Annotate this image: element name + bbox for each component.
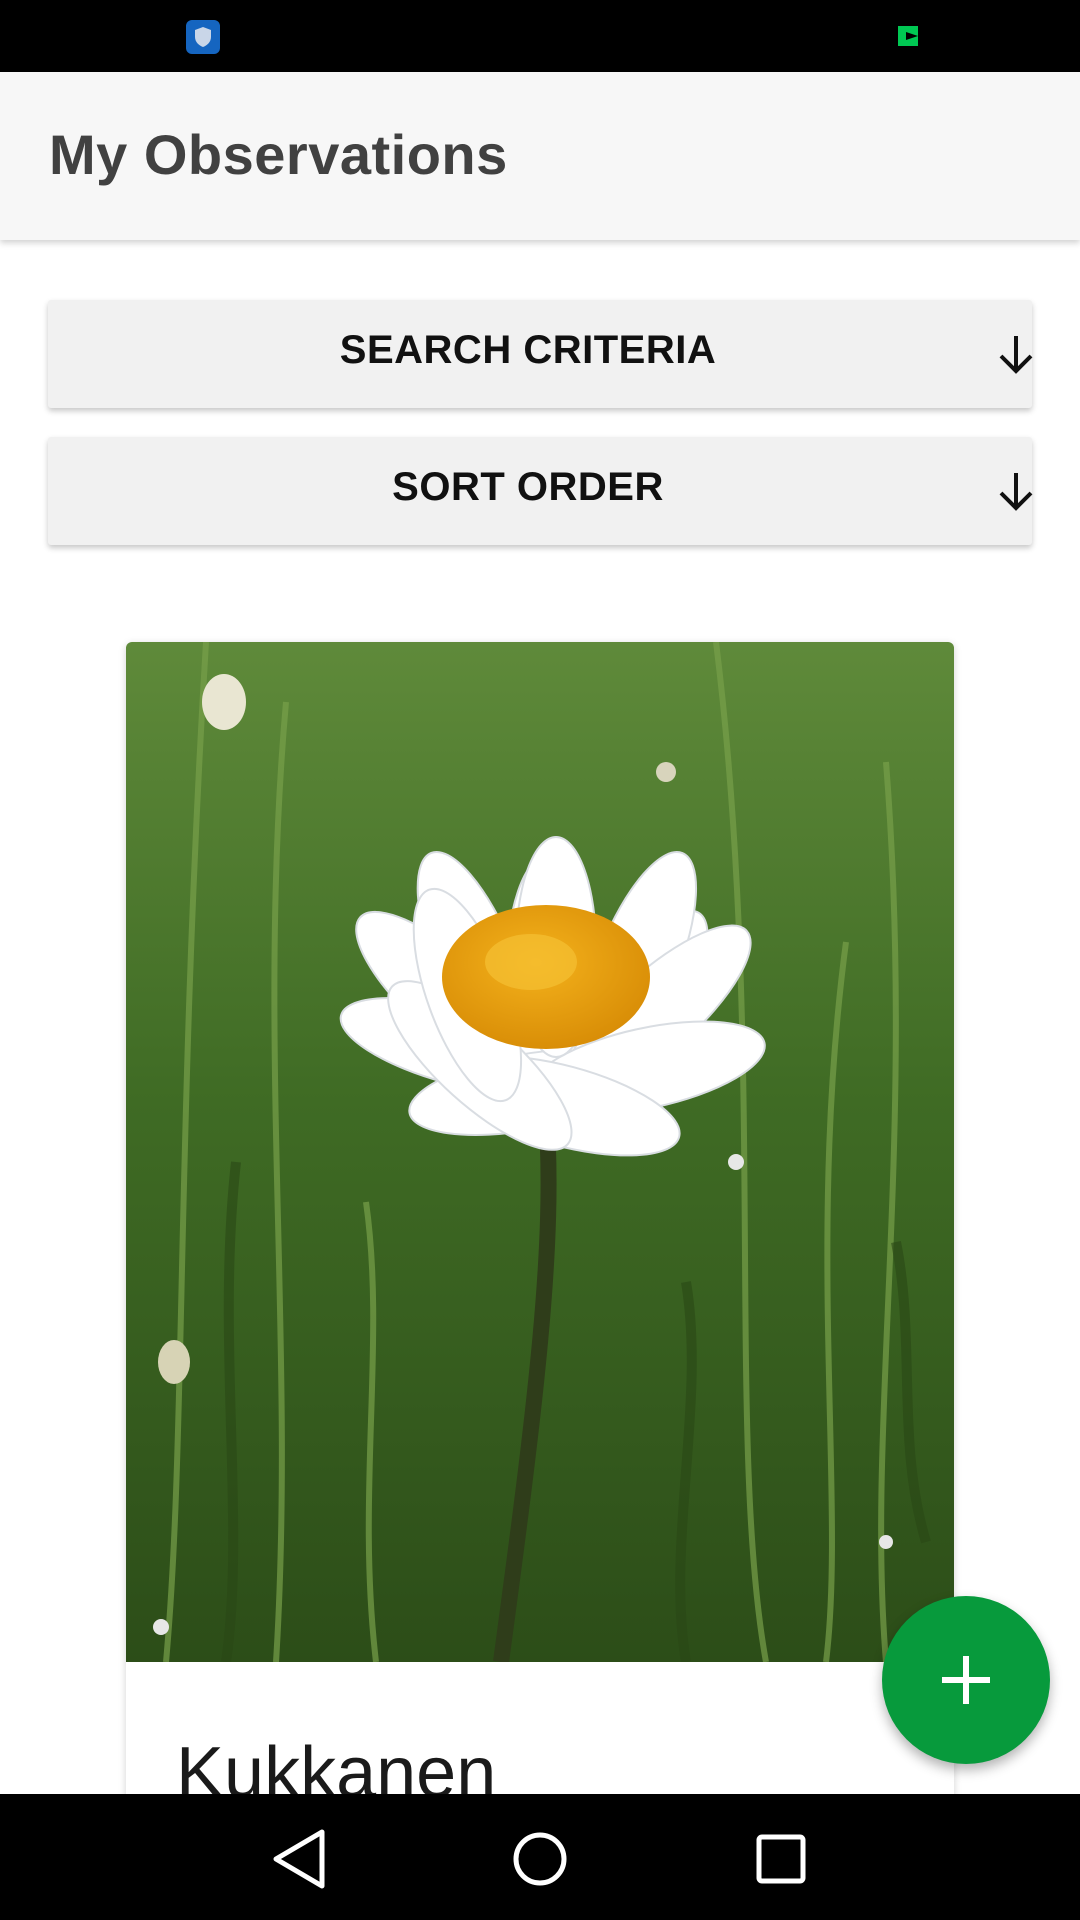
navigation-bar <box>0 1794 1080 1920</box>
back-triangle-icon[interactable] <box>264 1824 334 1894</box>
status-bar <box>0 0 1080 72</box>
observation-title: Kukkanen <box>176 1733 497 1802</box>
page-title: My Observations <box>49 123 508 186</box>
app-bar: My Observations <box>0 72 1080 240</box>
daisy-photo <box>126 642 954 1662</box>
home-circle-icon[interactable] <box>505 1824 575 1894</box>
green-flag-icon <box>898 26 918 46</box>
search-criteria-button[interactable]: SEARCH CRITERIA <box>48 300 1033 408</box>
arrow-down-icon <box>999 473 1033 511</box>
search-criteria-label: SEARCH CRITERIA <box>339 328 717 372</box>
recents-square-icon[interactable] <box>746 1824 816 1894</box>
shield-icon <box>186 20 220 54</box>
arrow-down-icon <box>999 336 1033 374</box>
sort-order-label: SORT ORDER <box>392 465 664 509</box>
sort-order-button[interactable]: SORT ORDER <box>48 437 1033 545</box>
observation-card[interactable]: Kukkanen <box>126 642 954 1802</box>
plus-icon <box>942 1656 990 1704</box>
add-observation-button[interactable] <box>882 1596 1050 1764</box>
